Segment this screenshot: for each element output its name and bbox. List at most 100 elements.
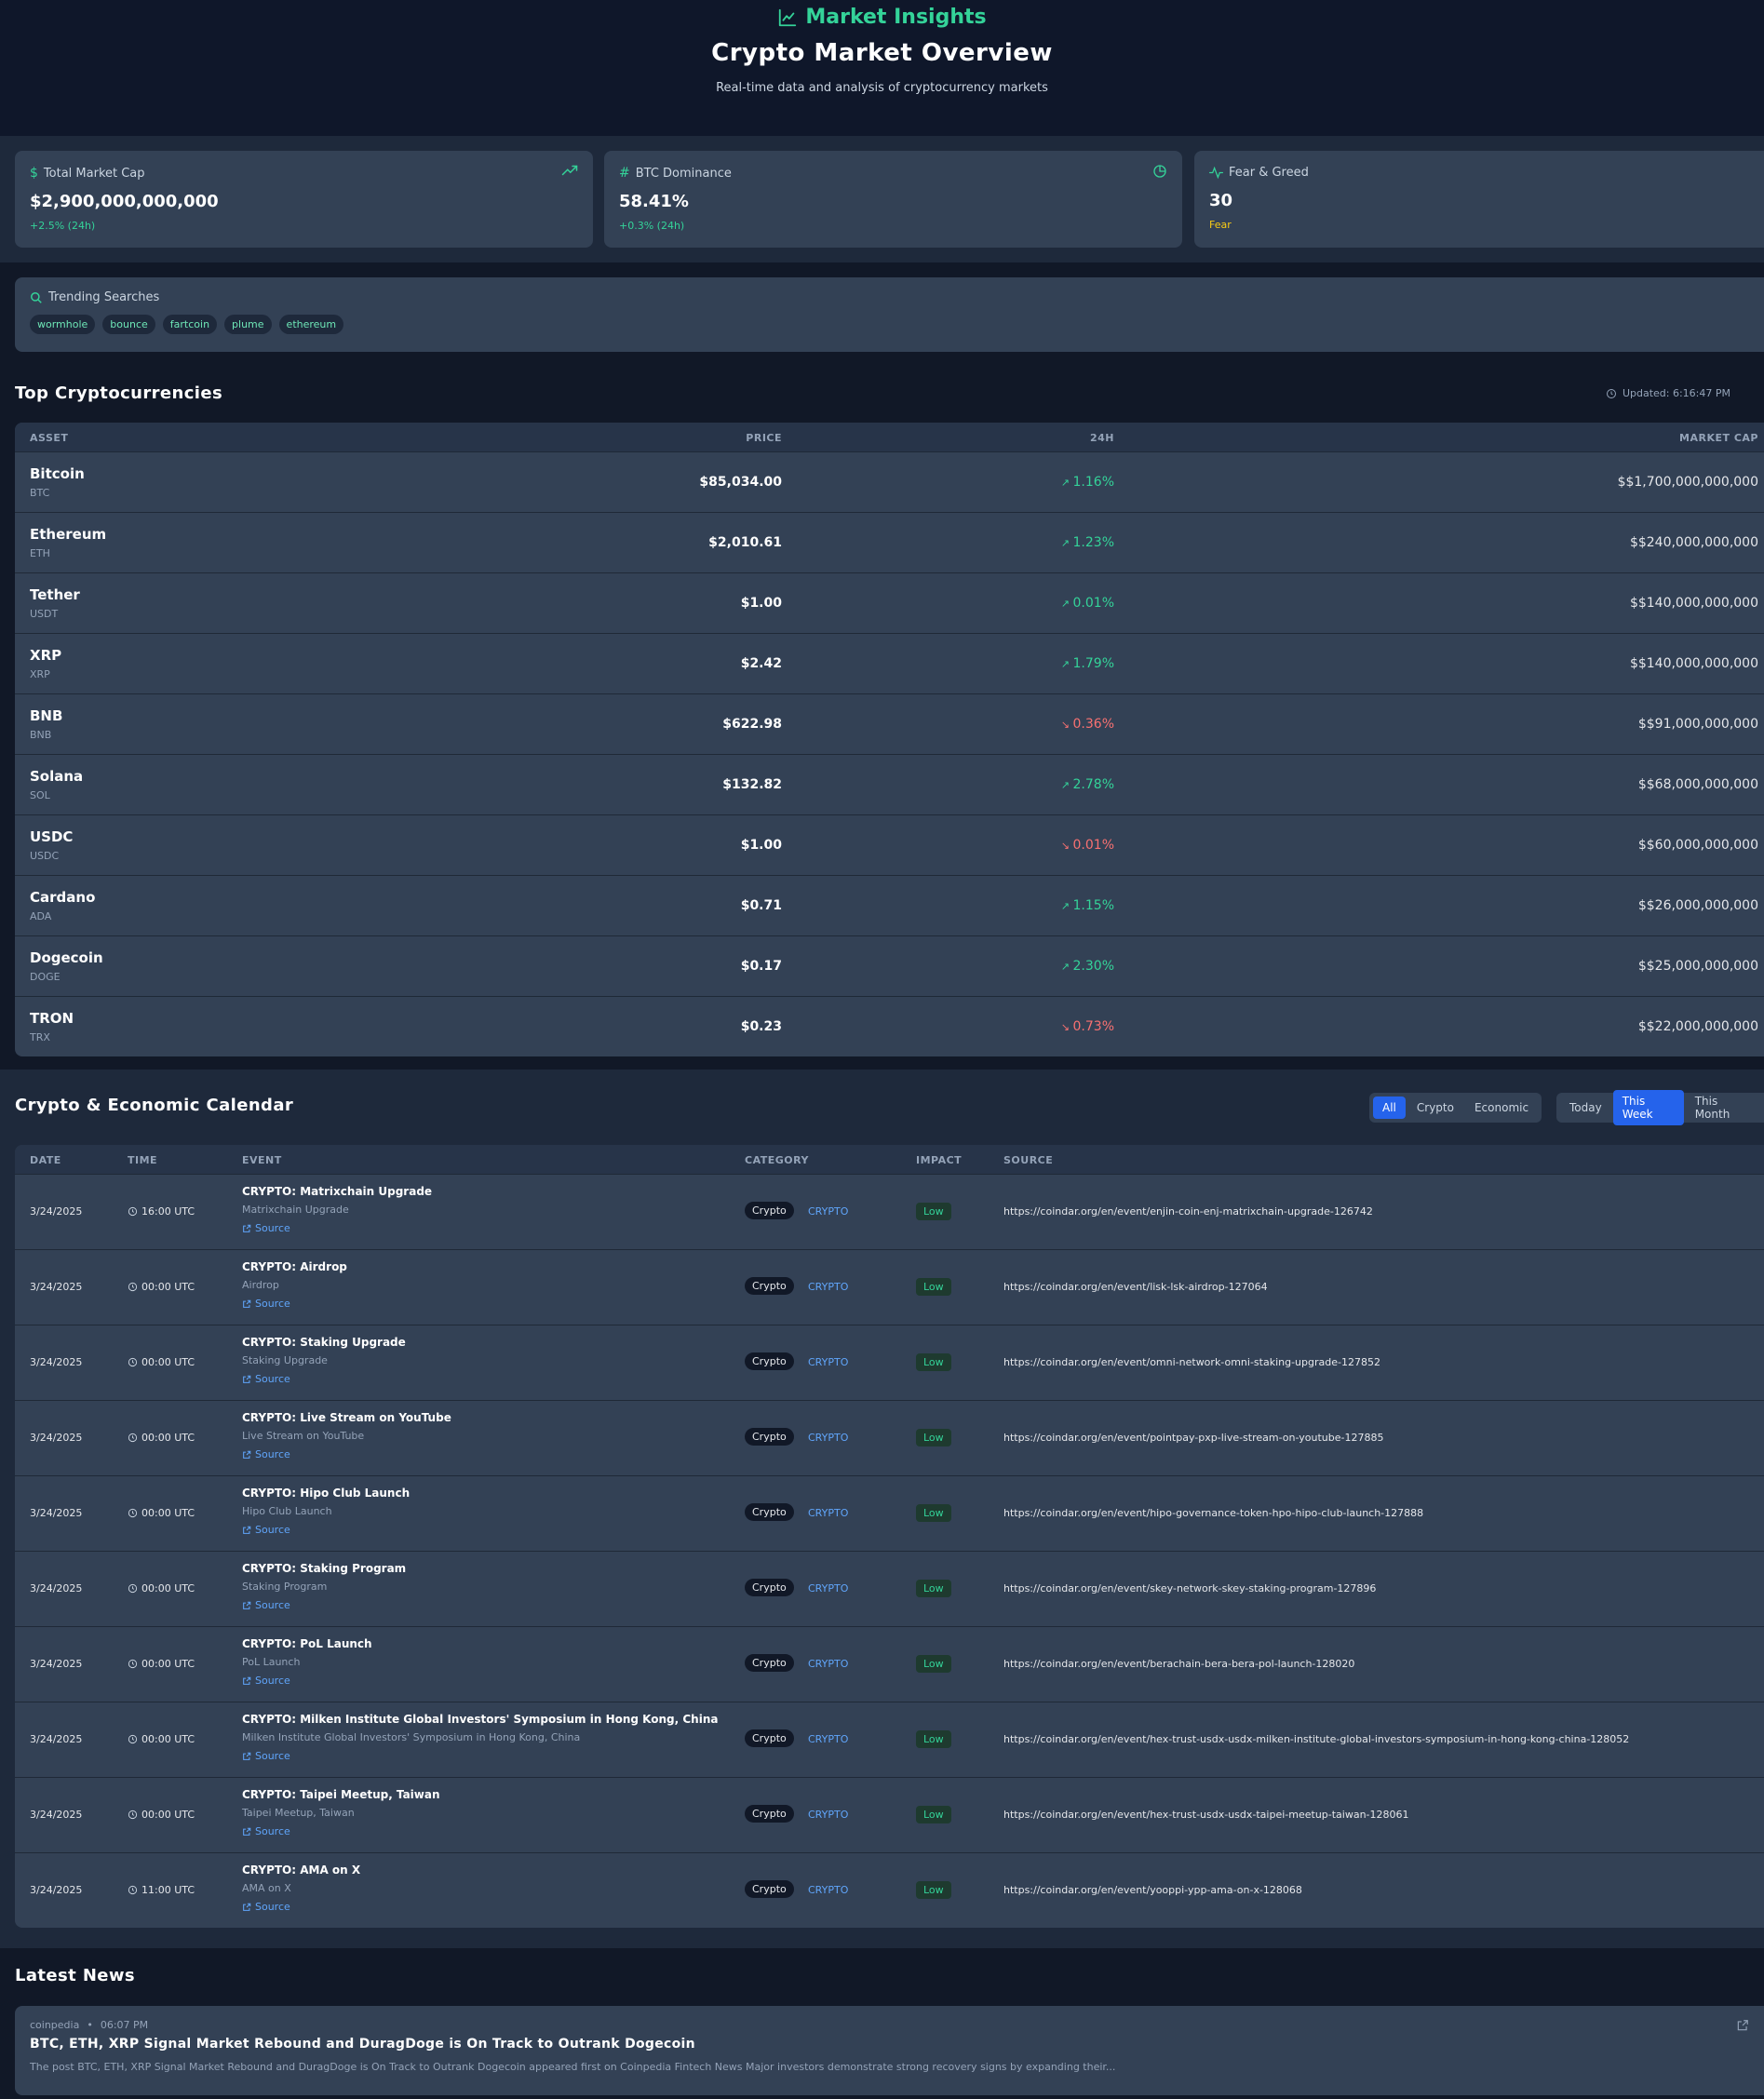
table-row[interactable]: Bitcoin BTC $85,034.00 ↗ 1.16% $$1,700,000,0…: [15, 451, 1764, 512]
table-row: 3/24/2025 00:00 UTC CRYPTO: Hipo Club Laun…: [15, 1475, 1764, 1551]
stat-change: +0.3% (24h): [619, 220, 685, 232]
source-link[interactable]: Source: [242, 1599, 290, 1611]
time-value: 00:00 UTC: [141, 1658, 195, 1670]
col-price[interactable]: PRICE: [746, 432, 782, 444]
source-url[interactable]: https://coindar.org/en/event/hipo-govern…: [1003, 1507, 1423, 1519]
news-item[interactable]: coinpedia • 06:07 PM BTC, ETH, XRP Signa…: [15, 2006, 1764, 2095]
source-link[interactable]: Source: [242, 1298, 290, 1310]
source-link[interactable]: Source: [242, 1524, 290, 1536]
arrow-up-right-icon: ↗: [1060, 779, 1073, 791]
asset-market-cap: $$26,000,000,000: [1637, 898, 1758, 913]
asset-change: ↗ 0.01%: [1061, 596, 1114, 611]
table-row: 3/24/2025 00:00 UTC CRYPTO: Staking Upgrad…: [15, 1325, 1764, 1400]
external-link-icon[interactable]: [1736, 2019, 1749, 2032]
source-link[interactable]: Source: [242, 1448, 290, 1460]
event-title: CRYPTO: Airdrop: [242, 1260, 347, 1273]
filter-today[interactable]: Today: [1560, 1097, 1611, 1119]
source-url[interactable]: https://coindar.org/en/event/hex-trust-u…: [1003, 1733, 1629, 1745]
search-icon: [31, 291, 42, 303]
change-value: 2.30%: [1072, 959, 1114, 974]
type-label: CRYPTO: [808, 1507, 849, 1519]
asset-symbol: TRX: [30, 1031, 50, 1043]
type-label: CRYPTO: [808, 1582, 849, 1594]
table-row[interactable]: XRP XRP $2.42 ↗ 1.79% $$140,000,000,000: [15, 633, 1764, 693]
trending-tag[interactable]: plume: [224, 315, 272, 334]
top-crypto-title: Top Cryptocurrencies: [15, 383, 223, 403]
asset-market-cap: $$22,000,000,000: [1637, 1019, 1758, 1034]
stat-value: $2,900,000,000,000: [30, 192, 219, 211]
news-headline[interactable]: BTC, ETH, XRP Signal Market Rebound and …: [30, 2037, 1749, 2052]
col-time: TIME: [128, 1154, 158, 1166]
asset-market-cap: $$25,000,000,000: [1637, 959, 1758, 974]
source-link-label: Source: [255, 1448, 290, 1460]
table-row[interactable]: Dogecoin DOGE $0.17 ↗ 2.30% $$25,000,000,000: [15, 935, 1764, 996]
change-value: 1.79%: [1072, 656, 1114, 671]
col-source: SOURCE: [1003, 1154, 1054, 1166]
source-url[interactable]: https://coindar.org/en/event/pointpay-px…: [1003, 1432, 1383, 1444]
asset-market-cap: $$1,700,000,000,000: [1617, 475, 1758, 490]
time-value: 00:00 UTC: [141, 1281, 195, 1293]
stat-card-market-cap: $ Total Market Cap $2,900,000,000,000 +2.…: [15, 151, 593, 248]
external-link-icon: [243, 1526, 251, 1534]
asset-market-cap: $$91,000,000,000: [1637, 717, 1758, 732]
event-description: AMA on X: [242, 1882, 291, 1894]
trending-tag[interactable]: fartcoin: [162, 315, 218, 334]
trending-tag[interactable]: bounce: [102, 315, 155, 334]
table-row[interactable]: USDC USDC $1.00 ↘ 0.01% $$60,000,000,000: [15, 814, 1764, 875]
trending-tag[interactable]: ethereum: [278, 315, 344, 334]
calendar-title: Crypto & Economic Calendar: [15, 1096, 294, 1115]
category-badge: Crypto: [745, 1805, 794, 1823]
time-value: 00:00 UTC: [141, 1432, 195, 1444]
clock-icon: [128, 1810, 138, 1820]
col-market-cap[interactable]: MARKET CAP: [1679, 432, 1758, 444]
asset-price: $622.98: [722, 717, 782, 732]
table-row[interactable]: Cardano ADA $0.71 ↗ 1.15% $$26,000,000,000: [15, 875, 1764, 935]
col-change[interactable]: 24H: [1090, 432, 1114, 444]
source-url[interactable]: https://coindar.org/en/event/hex-trust-u…: [1003, 1809, 1409, 1821]
asset-name: Tether: [30, 586, 80, 603]
source-link[interactable]: Source: [242, 1901, 290, 1913]
source-link[interactable]: Source: [242, 1750, 290, 1762]
table-row[interactable]: Solana SOL $132.82 ↗ 2.78% $$68,000,000,000: [15, 754, 1764, 814]
trending-tag[interactable]: wormhole: [30, 315, 96, 334]
source-link[interactable]: Source: [242, 1222, 290, 1234]
asset-name: XRP: [30, 647, 62, 664]
filter-this-week[interactable]: This Week: [1612, 1090, 1684, 1125]
filter-this-month[interactable]: This Month: [1686, 1090, 1760, 1125]
table-row[interactable]: Tether USDT $1.00 ↗ 0.01% $$140,000,000,000: [15, 572, 1764, 633]
event-time: 00:00 UTC: [128, 1507, 195, 1519]
event-title: CRYPTO: Staking Program: [242, 1562, 407, 1575]
clock-icon: [128, 1357, 138, 1367]
table-row[interactable]: BNB BNB $622.98 ↘ 0.36% $$91,000,000,000: [15, 693, 1764, 754]
impact-badge: Low: [916, 1655, 951, 1673]
event-title: CRYPTO: Taipei Meetup, Taiwan: [242, 1788, 440, 1801]
filter-all[interactable]: All: [1373, 1097, 1406, 1119]
hash-icon: #: [619, 166, 630, 181]
filter-crypto[interactable]: Crypto: [1407, 1097, 1463, 1119]
source-url[interactable]: https://coindar.org/en/event/berachain-b…: [1003, 1658, 1354, 1670]
asset-symbol: DOGE: [30, 971, 61, 983]
source-url[interactable]: https://coindar.org/en/event/yooppi-ypp-…: [1003, 1884, 1302, 1896]
arrow-up-right-icon: ↗: [1060, 900, 1073, 912]
dollar-icon: $: [30, 166, 38, 181]
event-date: 3/24/2025: [30, 1281, 83, 1293]
source-url[interactable]: https://coindar.org/en/event/enjin-coin-…: [1003, 1205, 1373, 1218]
filter-economic[interactable]: Economic: [1465, 1097, 1538, 1119]
source-url[interactable]: https://coindar.org/en/event/omni-networ…: [1003, 1356, 1380, 1368]
table-row: 3/24/2025 00:00 UTC CRYPTO: Airdrop Airdrop…: [15, 1249, 1764, 1325]
table-row[interactable]: TRON TRX $0.23 ↘ 0.73% $$22,000,000,000: [15, 996, 1764, 1056]
brand[interactable]: Market Insights: [0, 6, 1764, 29]
source-url[interactable]: https://coindar.org/en/event/lisk-lsk-ai…: [1003, 1281, 1268, 1293]
impact-badge: Low: [916, 1278, 951, 1296]
source-link[interactable]: Source: [242, 1825, 290, 1837]
table-row[interactable]: Ethereum ETH $2,010.61 ↗ 1.23% $$240,000,000…: [15, 512, 1764, 572]
source-url[interactable]: https://coindar.org/en/event/skey-networ…: [1003, 1582, 1376, 1594]
col-asset[interactable]: ASSET: [30, 432, 68, 444]
type-label: CRYPTO: [808, 1884, 849, 1896]
source-link[interactable]: Source: [242, 1373, 290, 1385]
source-link[interactable]: Source: [242, 1675, 290, 1687]
event-description: Live Stream on YouTube: [242, 1430, 365, 1442]
table-row: 3/24/2025 11:00 UTC CRYPTO: AMA on X AMA on…: [15, 1852, 1764, 1928]
event-time: 00:00 UTC: [128, 1432, 195, 1444]
change-value: 0.36%: [1072, 717, 1114, 732]
